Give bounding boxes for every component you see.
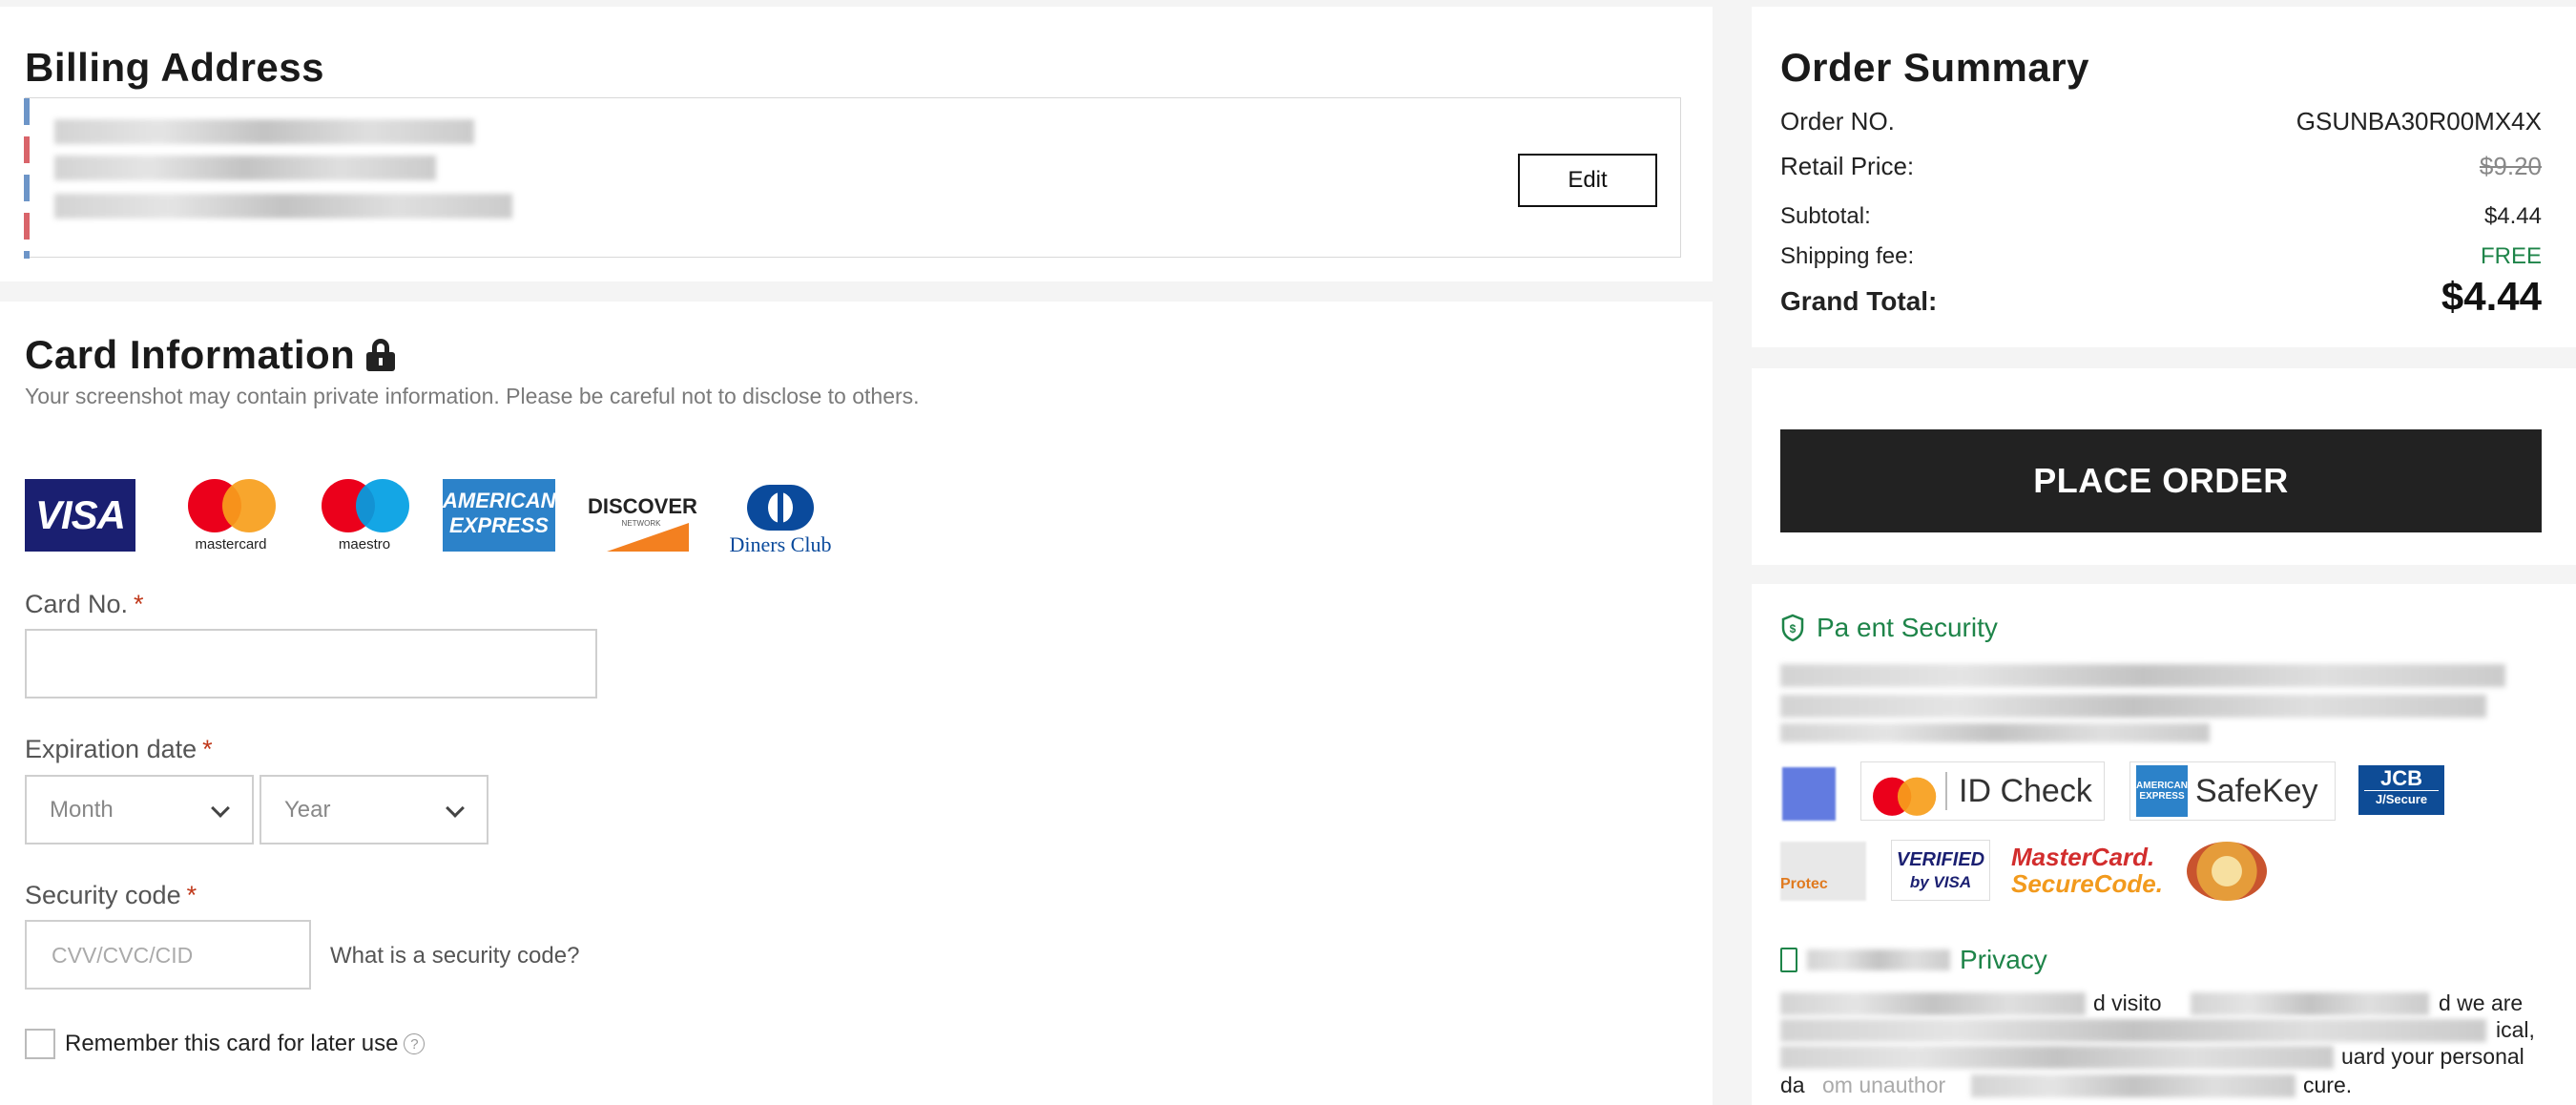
address-line-redacted xyxy=(54,119,474,144)
maestro-logo: maestro xyxy=(307,479,422,552)
airmail-stripe xyxy=(24,98,30,259)
pci-dss-badge xyxy=(2187,842,2267,901)
security-code-help-link[interactable]: What is a security code? xyxy=(330,943,579,969)
card-number-label: Card No. * xyxy=(25,590,144,618)
address-card[interactable] xyxy=(24,97,1681,259)
mastercard-label: mastercard xyxy=(195,536,267,552)
address-line-redacted xyxy=(54,194,512,219)
lock-icon xyxy=(366,339,396,371)
chevron-down-icon xyxy=(446,799,465,818)
amex-safekey-badge: AMERICAN EXPRESS SafeKey xyxy=(2129,761,2336,821)
place-order-panel: PLACE ORDER xyxy=(1752,368,2576,565)
order-summary-title: Order Summary xyxy=(1780,45,2089,90)
help-icon[interactable]: ? xyxy=(404,1033,426,1054)
mastercard-logo: mastercard xyxy=(174,479,288,552)
privacy-header: Privacy xyxy=(1780,945,2047,975)
maestro-label: maestro xyxy=(338,536,391,552)
visa-logo: VISA xyxy=(25,479,135,552)
discover-label: DISCOVER xyxy=(588,494,697,518)
security-text-redacted xyxy=(1780,723,2210,742)
diners-label: Diners Club xyxy=(729,532,832,556)
edit-address-button[interactable]: Edit xyxy=(1518,154,1657,207)
grand-total: $4.44 xyxy=(2441,274,2542,319)
privacy-title: Privacy xyxy=(1960,945,2047,974)
payment-security-title: Pa ent Security xyxy=(1817,613,1998,642)
payment-security-header: $ Pa ent Security xyxy=(1780,613,1998,643)
order-number: GSUNBA30R00MX4X xyxy=(2296,107,2542,136)
shipping-row: Shipping fee: FREE xyxy=(1780,243,2542,269)
security-code-label: Security code * xyxy=(25,881,197,909)
shipping-fee: FREE xyxy=(2480,243,2542,269)
month-select[interactable]: Month xyxy=(25,775,254,844)
mastercard-securecode-badge: MasterCard. SecureCode. xyxy=(2011,843,2163,898)
expiration-date-label: Expiration date * xyxy=(25,735,213,763)
privacy-text: d visito d we are ical, uard your person… xyxy=(1780,990,2535,1097)
diners-club-logo: Diners Club xyxy=(723,479,838,556)
shield-icon: $ xyxy=(1780,614,1805,642)
discover-logo: DISCOVER NETWORK xyxy=(588,479,697,552)
security-code-placeholder: CVV/CVC/CID xyxy=(52,943,194,968)
jcb-jsecure-badge: JCB J/Secure xyxy=(2358,765,2444,815)
billing-address-title: Billing Address xyxy=(25,45,324,90)
grand-total-row: Grand Total: $4.44 xyxy=(1780,274,2542,319)
remember-card-label: Remember this card for later use ? xyxy=(65,1031,426,1057)
verified-by-visa-badge: VERIFIED by VISA xyxy=(1891,840,1990,901)
protect-badge: Protec xyxy=(1780,842,1866,901)
security-text-redacted xyxy=(1780,664,2505,687)
card-number-input[interactable] xyxy=(25,629,597,698)
payment-security-panel: $ Pa ent Security ID Check AMERICAN EXPR… xyxy=(1752,584,2576,1105)
amex-logo: AMERICAN EXPRESS xyxy=(443,479,556,552)
billing-address-panel: Billing Address Edit xyxy=(0,7,1713,281)
retail-price-row: Retail Price: $9.20 xyxy=(1780,152,2542,180)
card-information-panel: Card Information Your screenshot may con… xyxy=(0,302,1713,1105)
subtotal-row: Subtotal: $4.44 xyxy=(1780,203,2542,229)
year-select[interactable]: Year xyxy=(260,775,488,844)
address-line-redacted xyxy=(54,156,436,180)
mastercard-id-check-badge: ID Check xyxy=(1860,761,2105,821)
order-summary-panel: Order Summary Order NO. GSUNBA30R00MX4X R… xyxy=(1752,7,2576,347)
secure-logo-redacted xyxy=(1782,767,1836,821)
lock-outline-icon xyxy=(1780,948,1797,972)
security-text-redacted xyxy=(1780,695,2486,718)
card-information-header: Card Information xyxy=(25,332,396,378)
remember-card-checkbox[interactable] xyxy=(25,1029,55,1059)
card-information-title: Card Information xyxy=(25,332,356,377)
svg-text:$: $ xyxy=(1790,622,1797,636)
place-order-button[interactable]: PLACE ORDER xyxy=(1780,429,2542,532)
security-code-input[interactable]: CVV/CVC/CID xyxy=(25,920,311,990)
chevron-down-icon xyxy=(211,799,230,818)
order-number-row: Order NO. GSUNBA30R00MX4X xyxy=(1780,107,2542,136)
subtotal: $4.44 xyxy=(2483,203,2542,229)
privacy-notice: Your screenshot may contain private info… xyxy=(25,384,920,408)
retail-price: $9.20 xyxy=(2479,152,2542,180)
